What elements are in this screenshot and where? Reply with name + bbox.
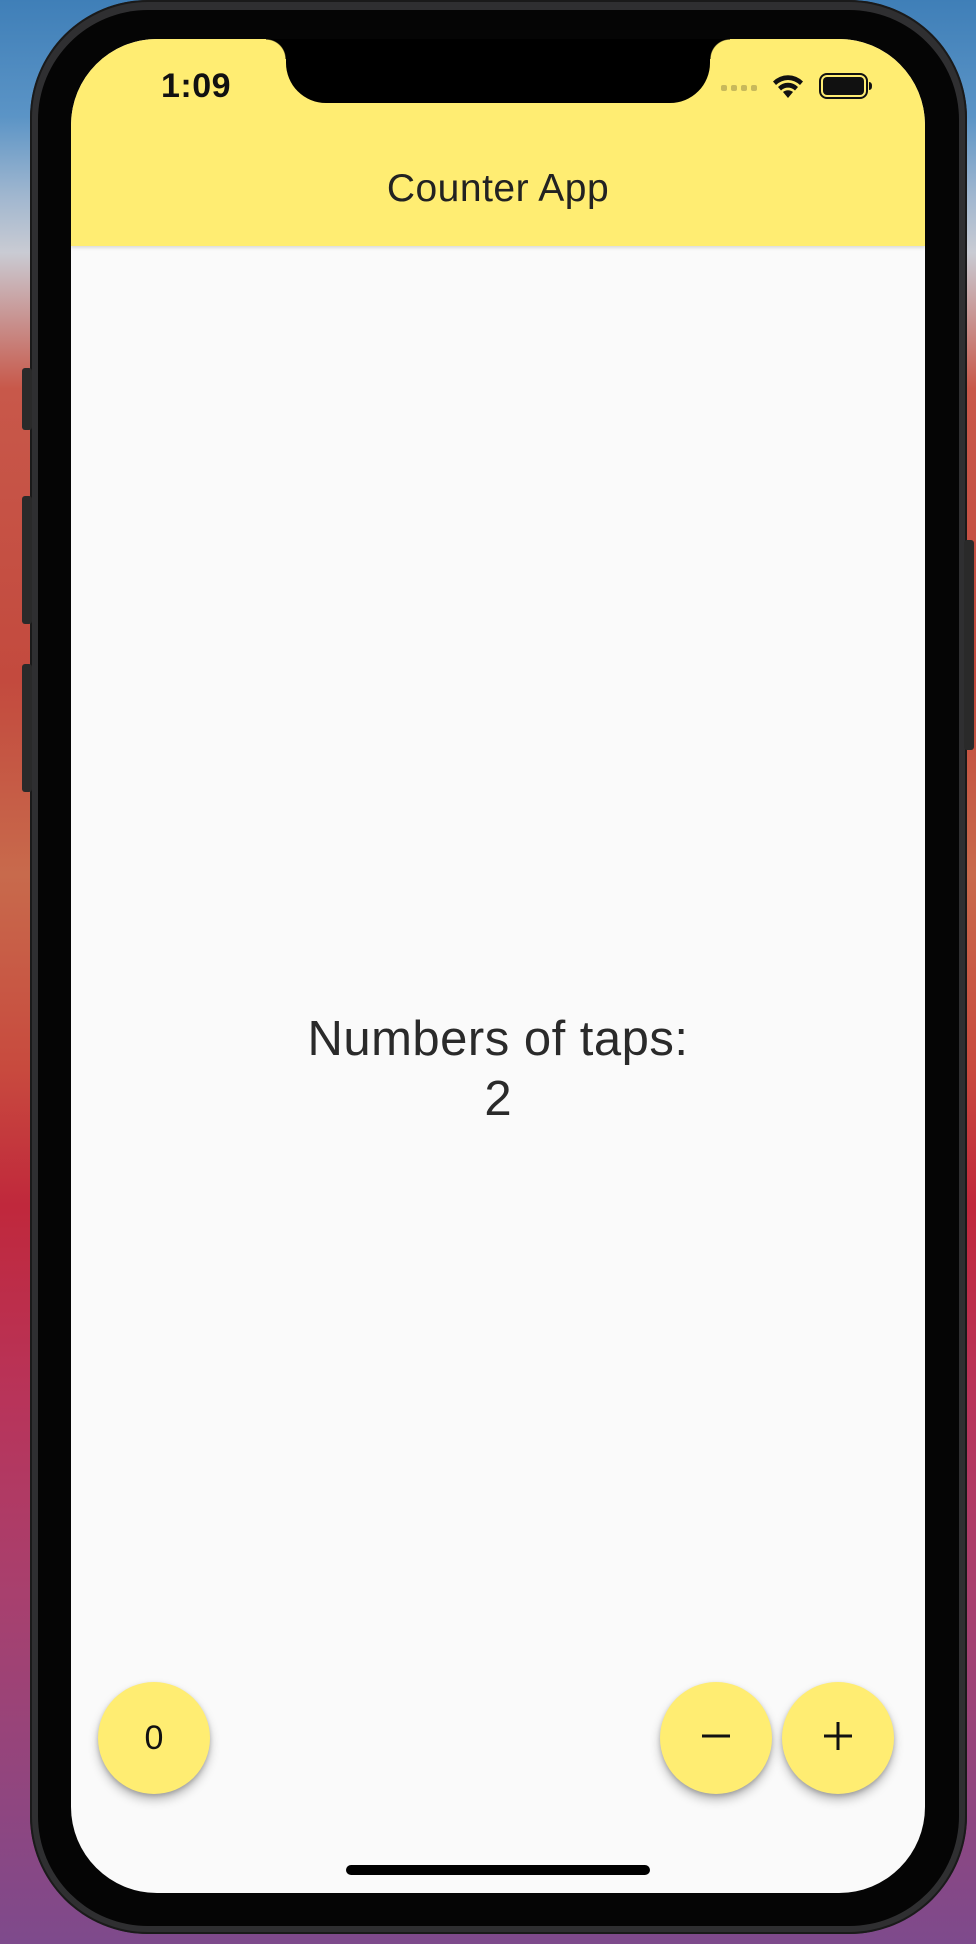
- wifi-icon: [771, 73, 805, 104]
- mute-switch: [22, 368, 32, 430]
- counter-label: Numbers of taps:: [307, 1012, 689, 1066]
- volume-down-button: [22, 664, 32, 792]
- reset-button-label: 0: [144, 1718, 164, 1757]
- cellular-signal-icon: [721, 85, 757, 91]
- status-icons: [721, 72, 873, 104]
- reset-button[interactable]: 0: [98, 1682, 210, 1794]
- plus-icon: [822, 1720, 854, 1757]
- increment-button[interactable]: [782, 1682, 894, 1794]
- battery-icon: [819, 72, 873, 104]
- decrement-button[interactable]: [660, 1682, 772, 1794]
- app-title: Counter App: [386, 167, 610, 210]
- counter-value: 2: [484, 1072, 512, 1126]
- app-screen: Counter App 1:09 Numbers of taps: 2 0: [71, 39, 925, 1893]
- power-button: [964, 540, 974, 750]
- device-notch: [266, 39, 730, 103]
- minus-icon: [700, 1720, 732, 1757]
- volume-up-button: [22, 496, 32, 624]
- home-indicator[interactable]: [346, 1865, 650, 1875]
- status-time: 1:09: [161, 67, 232, 105]
- counter-display: Numbers of taps: 2: [71, 1009, 925, 1129]
